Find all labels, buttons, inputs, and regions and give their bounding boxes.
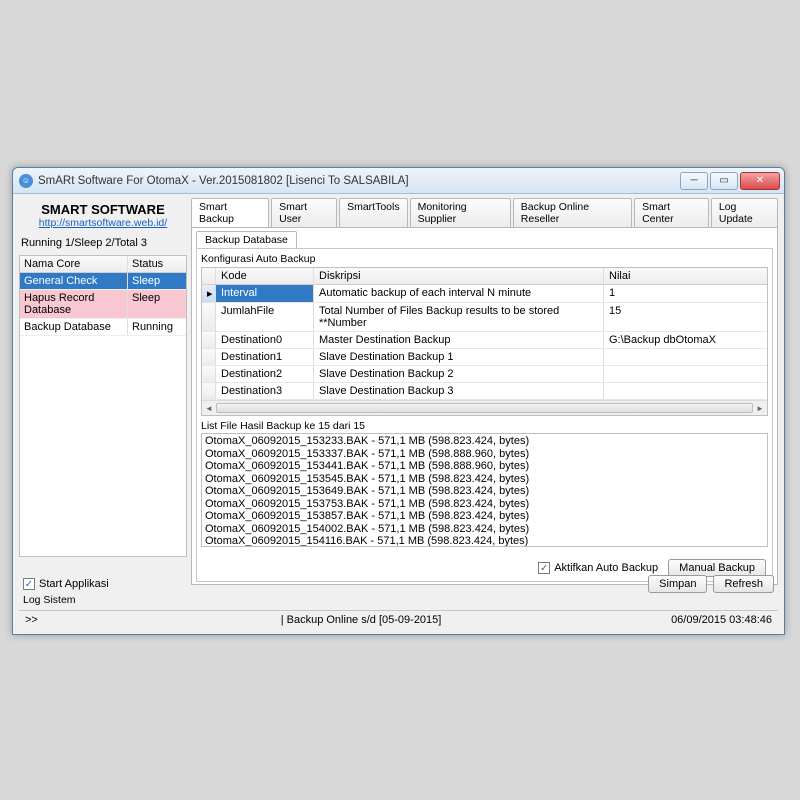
brand-link[interactable]: http://smartsoftware.web.id/ (39, 217, 167, 229)
backup-file-item[interactable]: OtomaX_06092015_153233.BAK - 571,1 MB (5… (205, 435, 764, 448)
backup-file-item[interactable]: OtomaX_06092015_153753.BAK - 571,1 MB (5… (205, 498, 764, 511)
col-status[interactable]: Status (128, 256, 186, 272)
tab-smarttools[interactable]: SmartTools (339, 198, 408, 227)
config-row[interactable]: Destination2Slave Destination Backup 2 (202, 366, 767, 383)
core-nama: Hapus Record Database (20, 290, 128, 318)
group-konfigurasi: Konfigurasi Auto Backup (201, 253, 768, 265)
cfg-diskripsi: Total Number of Files Backup results to … (314, 303, 604, 331)
core-status: Sleep (128, 273, 186, 289)
backup-file-item[interactable]: OtomaX_06092015_153857.BAK - 571,1 MB (5… (205, 510, 764, 523)
cfg-kode: Destination2 (216, 366, 314, 382)
subtab-backup-database[interactable]: Backup Database (196, 231, 297, 248)
list-file-label: List File Hasil Backup ke 15 dari 15 (201, 420, 768, 432)
sidebar: SMART SOFTWARE http://smartsoftware.web.… (19, 198, 187, 572)
core-nama: Backup Database (20, 319, 128, 335)
running-status: Running 1/Sleep 2/Total 3 (19, 233, 187, 255)
close-button[interactable]: ✕ (740, 172, 780, 190)
core-table: Nama Core Status General CheckSleepHapus… (19, 255, 187, 557)
scroll-right-icon[interactable]: ► (753, 401, 767, 415)
start-applikasi-label: Start Applikasi (39, 578, 109, 590)
core-row[interactable]: General CheckSleep (20, 273, 186, 290)
tab-monitoring-supplier[interactable]: Monitoring Supplier (410, 198, 511, 227)
tab-backup-online-reseller[interactable]: Backup Online Reseller (513, 198, 632, 227)
col-kode[interactable]: Kode (216, 268, 314, 284)
cfg-diskripsi: Slave Destination Backup 1 (314, 349, 604, 365)
row-header (202, 303, 216, 331)
row-header (202, 349, 216, 365)
checkmark-icon: ✓ (23, 578, 35, 590)
log-sistem-label: Log Sistem (19, 594, 778, 608)
tab-panel-smart-backup: Backup Database Konfigurasi Auto Backup … (191, 227, 778, 585)
start-applikasi-checkbox[interactable]: ✓ Start Applikasi (23, 578, 109, 590)
cfg-nilai (604, 383, 767, 399)
row-header (202, 332, 216, 348)
footer-actions: ✓ Start Applikasi Simpan Refresh (19, 574, 778, 594)
config-table: Kode Diskripsi Nilai ▸IntervalAutomatic … (201, 267, 768, 416)
config-row[interactable]: JumlahFileTotal Number of Files Backup r… (202, 303, 767, 332)
backup-file-item[interactable]: OtomaX_06092015_154002.BAK - 571,1 MB (5… (205, 523, 764, 536)
config-row[interactable]: Destination0Master Destination BackupG:\… (202, 332, 767, 349)
config-row[interactable]: Destination1Slave Destination Backup 1 (202, 349, 767, 366)
backup-file-list[interactable]: OtomaX_06092015_153233.BAK - 571,1 MB (5… (201, 433, 768, 547)
tab-smart-center[interactable]: Smart Center (634, 198, 709, 227)
config-row[interactable]: ▸IntervalAutomatic backup of each interv… (202, 285, 767, 303)
col-diskripsi[interactable]: Diskripsi (314, 268, 604, 284)
titlebar[interactable]: ☺ SmARt Software For OtomaX - Ver.201508… (13, 168, 784, 194)
main-tabs: Smart BackupSmart UserSmartToolsMonitori… (191, 198, 778, 227)
brand-title: SMART SOFTWARE (23, 202, 183, 217)
cfg-nilai (604, 349, 767, 365)
backup-file-item[interactable]: OtomaX_06092015_153441.BAK - 571,1 MB (5… (205, 460, 764, 473)
scroll-left-icon[interactable]: ◄ (202, 401, 216, 415)
cfg-nilai: 1 (604, 285, 767, 302)
row-header (202, 366, 216, 382)
tab-smart-user[interactable]: Smart User (271, 198, 337, 227)
core-nama: General Check (20, 273, 128, 289)
backup-database-panel: Konfigurasi Auto Backup Kode Diskripsi N… (196, 248, 773, 582)
cfg-nilai (604, 366, 767, 382)
main-panel: Smart BackupSmart UserSmartToolsMonitori… (191, 198, 778, 572)
core-status: Running (128, 319, 186, 335)
config-hscrollbar[interactable]: ◄ ► (202, 400, 767, 415)
col-nama-core[interactable]: Nama Core (20, 256, 128, 272)
status-mid: | Backup Online s/d [05-09-2015] (51, 614, 671, 626)
window-title: SmARt Software For OtomaX - Ver.20150818… (38, 175, 680, 187)
cfg-kode: Destination1 (216, 349, 314, 365)
auto-backup-checkbox[interactable]: ✓ Aktifkan Auto Backup (538, 562, 658, 574)
col-nilai[interactable]: Nilai (604, 268, 767, 284)
auto-backup-label: Aktifkan Auto Backup (554, 562, 658, 574)
backup-file-item[interactable]: OtomaX_06092015_153337.BAK - 571,1 MB (5… (205, 448, 764, 461)
core-status: Sleep (128, 290, 186, 318)
cfg-kode: Interval (216, 285, 314, 302)
cfg-nilai: G:\Backup dbOtomaX (604, 332, 767, 348)
minimize-button[interactable]: ─ (680, 172, 708, 190)
app-icon: ☺ (19, 174, 33, 188)
cfg-kode: JumlahFile (216, 303, 314, 331)
checkmark-icon: ✓ (538, 562, 550, 574)
config-row[interactable]: Destination3Slave Destination Backup 3 (202, 383, 767, 400)
cfg-diskripsi: Slave Destination Backup 3 (314, 383, 604, 399)
statusbar: >> | Backup Online s/d [05-09-2015] 06/0… (19, 610, 778, 628)
backup-file-item[interactable]: OtomaX_06092015_154116.BAK - 571,1 MB (5… (205, 535, 764, 547)
row-header: ▸ (202, 285, 216, 302)
maximize-button[interactable]: ▭ (710, 172, 738, 190)
core-row[interactable]: Hapus Record DatabaseSleep (20, 290, 186, 319)
simpan-button[interactable]: Simpan (648, 575, 707, 593)
cfg-diskripsi: Slave Destination Backup 2 (314, 366, 604, 382)
cfg-nilai: 15 (604, 303, 767, 331)
scroll-thumb[interactable] (216, 403, 753, 413)
row-header (202, 383, 216, 399)
app-window: ☺ SmARt Software For OtomaX - Ver.201508… (12, 167, 785, 635)
status-left: >> (25, 614, 51, 626)
cfg-kode: Destination3 (216, 383, 314, 399)
tab-smart-backup[interactable]: Smart Backup (191, 198, 269, 227)
refresh-button[interactable]: Refresh (713, 575, 774, 593)
tab-log-update[interactable]: Log Update (711, 198, 778, 227)
cfg-kode: Destination0 (216, 332, 314, 348)
status-datetime: 06/09/2015 03:48:46 (671, 614, 772, 626)
core-row[interactable]: Backup DatabaseRunning (20, 319, 186, 336)
backup-file-item[interactable]: OtomaX_06092015_153649.BAK - 571,1 MB (5… (205, 485, 764, 498)
backup-file-item[interactable]: OtomaX_06092015_153545.BAK - 571,1 MB (5… (205, 473, 764, 486)
cfg-diskripsi: Automatic backup of each interval N minu… (314, 285, 604, 302)
cfg-diskripsi: Master Destination Backup (314, 332, 604, 348)
